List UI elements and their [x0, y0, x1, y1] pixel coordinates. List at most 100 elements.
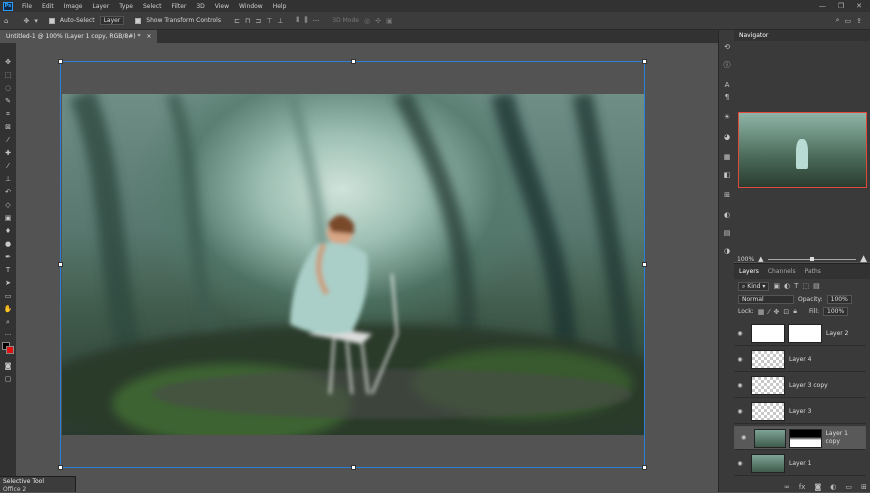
eyedropper-tool-icon[interactable]: ⁄ — [2, 135, 14, 145]
zoom-slider[interactable] — [767, 256, 857, 261]
shape-tool-icon[interactable]: ▭ — [2, 291, 14, 301]
blend-mode-dropdown[interactable]: Normal — [738, 295, 794, 304]
filter-shape-icon[interactable]: ⬚ — [802, 282, 809, 291]
document-tab[interactable]: Untitled-1 @ 100% (Layer 1 copy, RGB/8#)… — [0, 30, 158, 43]
handle-bottom[interactable] — [351, 465, 356, 470]
zoom-tool-icon[interactable]: ⌕ — [2, 317, 14, 327]
history-icon[interactable]: ⟲ — [721, 42, 733, 52]
more-tools-icon[interactable]: ··· — [2, 330, 14, 340]
home-icon[interactable]: ⌂ — [4, 17, 8, 25]
layer-row[interactable]: ◉ Layer 1 — [734, 452, 866, 476]
link-layers-icon[interactable]: ∞ — [784, 483, 790, 491]
layer-kind-dropdown[interactable]: ⌕ Kind ▾ — [738, 282, 770, 291]
menu-view[interactable]: View — [210, 3, 234, 10]
path-select-icon[interactable]: ➤ — [2, 278, 14, 288]
history-brush-icon[interactable]: ↶ — [2, 187, 14, 197]
group-icon[interactable]: ▭ — [845, 483, 852, 491]
libraries-icon[interactable]: ▤ — [721, 228, 733, 238]
filter-smart-icon[interactable]: ▤ — [813, 282, 820, 291]
lock-move-icon[interactable]: ✥ — [774, 308, 780, 316]
align-left-icon[interactable]: ⊏ — [234, 17, 240, 25]
lasso-tool-icon[interactable]: ◌ — [2, 83, 14, 93]
add-mask-icon[interactable]: ◙ — [814, 483, 821, 491]
pen-tool-icon[interactable]: ✒ — [2, 252, 14, 262]
eye-icon[interactable]: ◉ — [734, 330, 746, 337]
healing-brush-icon[interactable]: ✚ — [2, 148, 14, 158]
clone-stamp-icon[interactable]: ⊥ — [2, 174, 14, 184]
character-icon[interactable]: A — [721, 80, 733, 90]
menu-type[interactable]: Type — [114, 3, 138, 10]
gradients-icon[interactable]: ◧ — [721, 170, 733, 180]
menu-filter[interactable]: Filter — [167, 3, 192, 10]
menu-file[interactable]: File — [17, 3, 37, 10]
layer-mask-thumbnail[interactable] — [788, 324, 822, 343]
handle-top-left[interactable] — [58, 59, 63, 64]
opacity-input[interactable]: 100% — [826, 295, 852, 304]
layer-row[interactable]: ◉ Layer 4 — [734, 348, 866, 372]
search-icon[interactable]: ⌕ — [836, 16, 840, 25]
light-bulb-icon[interactable]: ☀ — [721, 112, 733, 122]
menu-window[interactable]: Window — [234, 3, 268, 10]
distribute-h-icon[interactable]: ⫼ — [304, 16, 307, 25]
filter-adjust-icon[interactable]: ◐ — [784, 282, 790, 291]
distribute-icon[interactable]: ⫴ — [296, 16, 299, 25]
tab-close-icon[interactable]: × — [146, 33, 151, 40]
type-tool-icon[interactable]: T — [2, 265, 14, 275]
more-options-icon[interactable]: ··· — [313, 17, 320, 25]
handle-left[interactable] — [58, 262, 63, 267]
marquee-tool-icon[interactable]: ⬚ — [2, 70, 14, 80]
show-transform-checkbox[interactable] — [135, 17, 142, 24]
zoom-out-icon[interactable]: ▲ — [758, 255, 763, 263]
layer-row[interactable]: ◉ Layer 3 — [734, 400, 866, 424]
quick-select-tool-icon[interactable]: ✎ — [2, 96, 14, 106]
zoom-slider-knob[interactable] — [810, 256, 815, 261]
align-center-icon[interactable]: ⊓ — [245, 17, 250, 25]
menu-edit[interactable]: Edit — [37, 3, 59, 10]
eye-icon[interactable]: ◉ — [734, 356, 746, 363]
handle-bottom-right[interactable] — [642, 465, 647, 470]
3d-orbit-icon[interactable]: ◎ — [364, 17, 370, 25]
auto-select-target-dropdown[interactable]: Layer — [99, 16, 125, 25]
move-tool-icon[interactable]: ✥ — [23, 17, 29, 25]
quick-mask-icon[interactable]: ◙ — [2, 361, 14, 371]
navigator-title[interactable]: Navigator — [739, 32, 768, 39]
color-wheel-icon[interactable]: ◕ — [721, 132, 733, 142]
adjustments-icon[interactable]: ◐ — [721, 210, 733, 220]
blur-tool-icon[interactable]: ♦ — [2, 226, 14, 236]
lock-pixels-icon[interactable]: ▦ — [758, 308, 765, 316]
layer-mask-thumbnail[interactable] — [789, 428, 822, 448]
share-icon[interactable]: ⇪ — [856, 17, 862, 25]
eraser-tool-icon[interactable]: ◇ — [2, 200, 14, 210]
layer-row[interactable]: ◉ Layer 2 — [734, 322, 866, 346]
properties-icon[interactable]: ◑ — [721, 246, 733, 256]
align-right-icon[interactable]: ⊐ — [255, 17, 261, 25]
new-layer-icon[interactable]: ⊞ — [861, 483, 867, 491]
paragraph-icon[interactable]: ¶ — [721, 92, 733, 102]
move-tool-icon[interactable]: ✥ — [2, 57, 14, 67]
menu-select[interactable]: Select — [138, 3, 167, 10]
handle-bottom-left[interactable] — [58, 465, 63, 470]
gradient-tool-icon[interactable]: ▣ — [2, 213, 14, 223]
minimize-button[interactable]: — — [819, 2, 826, 10]
navigator-zoom-value[interactable]: 100% — [737, 256, 754, 263]
transform-bounding-box[interactable] — [58, 59, 647, 470]
hand-tool-icon[interactable]: ✋ — [2, 304, 14, 314]
lock-paint-icon[interactable]: ⁄ — [768, 308, 769, 316]
frame-tool-icon[interactable]: ⊠ — [2, 122, 14, 132]
eye-icon[interactable]: ◉ — [734, 382, 746, 389]
fx-icon[interactable]: fx — [799, 483, 806, 491]
dodge-tool-icon[interactable]: ● — [2, 239, 14, 249]
handle-top[interactable] — [351, 59, 356, 64]
3d-pan-icon[interactable]: ✣ — [375, 17, 381, 25]
handle-right[interactable] — [642, 262, 647, 267]
grid-icon[interactable]: ⊞ — [721, 190, 733, 200]
menu-help[interactable]: Help — [268, 3, 292, 10]
eye-icon[interactable]: ◉ — [734, 408, 746, 415]
selective-tool-title[interactable]: Selective Tool — [0, 477, 75, 486]
filter-pixel-icon[interactable]: ▣ — [773, 282, 780, 291]
info-icon[interactable]: ⓘ — [721, 60, 733, 70]
lock-all-icon[interactable]: 🔒︎ — [793, 307, 797, 316]
align-top-icon[interactable]: ⊤ — [266, 17, 272, 25]
menu-layer[interactable]: Layer — [87, 3, 114, 10]
workspace-icon[interactable]: ▭ — [845, 17, 852, 25]
